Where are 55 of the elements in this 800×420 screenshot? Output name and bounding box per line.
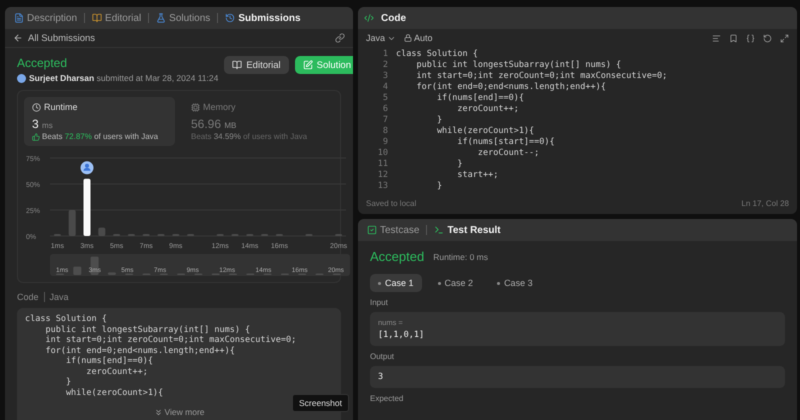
code-line: zeroCount--; <box>476 148 540 159</box>
status-text: Accepted <box>370 249 424 264</box>
language-label: Java <box>50 292 69 302</box>
runtime-text: Runtime: 0 ms <box>433 252 488 262</box>
code-label: Code <box>17 292 39 302</box>
line-number: 6 <box>382 104 388 115</box>
line-number: 8 <box>382 126 388 137</box>
cursor-position: Ln 17, Col 28 <box>741 199 789 208</box>
code-line: if(nums[end]==0){ <box>436 93 525 104</box>
stat-title: Memory <box>203 102 236 112</box>
stat-value: 3 ms <box>32 117 54 131</box>
save-status: Saved to local <box>366 199 416 208</box>
line-number: 11 <box>376 159 388 170</box>
code-line: } <box>436 115 444 126</box>
line-number: 10 <box>376 148 388 159</box>
field-label: Input <box>370 298 389 307</box>
line-number: 5 <box>382 93 388 104</box>
line-number: 13 <box>376 181 388 192</box>
code-line: for(int end=0;end<nums.length;end++){ <box>44 346 236 356</box>
code-line: if(nums[start]==0){ <box>456 137 556 148</box>
code-line: while(zeroCount>1){ <box>436 126 536 137</box>
code-line: class Solution { <box>25 314 108 324</box>
code-line: } <box>436 181 444 192</box>
code-line: public int longestSubarray(int[] nums) { <box>415 60 622 71</box>
code-line: public int longestSubarray(int[] nums) { <box>44 324 252 335</box>
field-label: Expected <box>370 394 404 403</box>
line-number: 2 <box>382 60 388 71</box>
output-value: 3 <box>378 372 384 382</box>
code-line: } <box>64 377 72 388</box>
line-number: 9 <box>382 137 388 148</box>
line-number: 1 <box>382 49 388 60</box>
line-number: 3 <box>382 71 388 82</box>
code-line: class Solution { <box>396 49 479 60</box>
submission-meta: Surjeet Dharsan submitted at Mar 28, 2024 11:24 <box>29 73 218 83</box>
code-line: zeroCount++; <box>456 104 520 115</box>
code-line: start++; <box>456 170 500 181</box>
line-number: 12 <box>376 170 388 181</box>
field-label: Output <box>370 352 396 361</box>
code-line: zeroCount++; <box>85 366 149 377</box>
line-number: 4 <box>382 82 388 93</box>
stat-value: 56.96 MB <box>191 117 238 131</box>
code-line: for(int end=0;end<nums.length;end++){ <box>415 82 607 93</box>
status-text: Accepted <box>17 56 68 70</box>
code-line: int start=0;int zeroCount=0;int maxConsecutive=0; <box>415 71 668 82</box>
input-value: [1,1,0,1] <box>378 330 426 340</box>
code-line: } <box>456 159 464 170</box>
code-line: if(nums[end]==0){ <box>64 356 154 366</box>
line-number: 7 <box>382 115 388 126</box>
code-line: int start=0;int zeroCount=0;int maxConsecutive=0; <box>44 335 298 346</box>
code-line: while(zeroCount>1){ <box>64 388 164 398</box>
beats-text: Beats 34.59% of users with Java <box>191 132 308 141</box>
stat-title: Runtime <box>44 102 78 112</box>
panel-title: Code <box>380 12 407 24</box>
tooltip: Screenshot <box>292 394 349 412</box>
beats-text: Beats 72.87% of users with Java <box>42 132 158 141</box>
